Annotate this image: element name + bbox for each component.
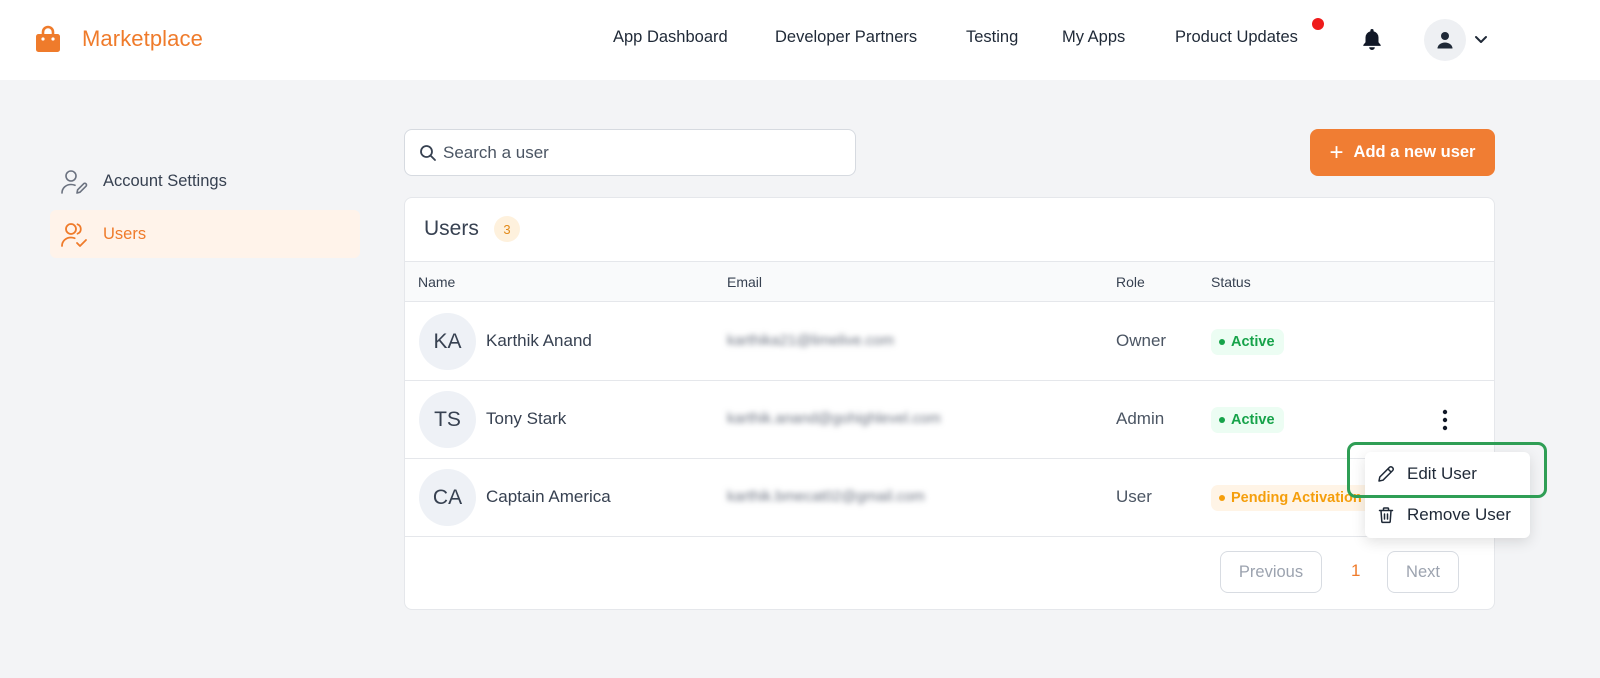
nav-my-apps[interactable]: My Apps [1062, 28, 1125, 47]
edit-user-menu-item[interactable]: Edit User [1365, 455, 1530, 493]
users-card: Users 3 Name Email Role Status KA Karthi… [404, 197, 1495, 610]
bell-icon[interactable] [1361, 27, 1383, 51]
avatar: TS [419, 391, 476, 448]
table-row[interactable]: KA Karthik Anand karthika21@limelive.com… [405, 303, 1494, 381]
search-box [404, 129, 856, 176]
nav-testing[interactable]: Testing [966, 28, 1018, 47]
menu-item-label: Remove User [1407, 505, 1511, 524]
search-input[interactable] [443, 139, 843, 167]
user-name: Captain America [486, 487, 611, 506]
notification-dot [1312, 18, 1324, 30]
plus-icon: + [1329, 138, 1344, 166]
user-email: karthik.anand@gohighlevel.com [727, 410, 941, 427]
nav-developer-partners[interactable]: Developer Partners [775, 28, 917, 47]
user-email: karthika21@limelive.com [727, 332, 894, 349]
top-header: Marketplace App Dashboard Developer Part… [0, 0, 1600, 80]
user-name: Karthik Anand [486, 331, 592, 350]
sidebar-item-account-settings[interactable]: Account Settings [50, 157, 360, 205]
users-card-title: Users [424, 217, 479, 240]
column-header-name: Name [418, 274, 456, 290]
column-header-status: Status [1211, 274, 1251, 290]
add-user-label: Add a new user [1353, 143, 1476, 161]
menu-item-label: Edit User [1407, 464, 1477, 483]
user-name: Tony Stark [486, 409, 567, 428]
chevron-down-icon[interactable] [1473, 31, 1489, 47]
app-name: Marketplace [82, 26, 203, 51]
more-vertical-icon[interactable] [1439, 407, 1451, 433]
status-label: Pending Activation [1231, 490, 1362, 506]
table-row[interactable]: CA Captain America karthik.bmecat02@gmai… [405, 459, 1494, 537]
user-count-badge: 3 [494, 216, 520, 242]
status-dot [1219, 417, 1225, 423]
column-header-role: Role [1116, 274, 1145, 290]
user-role: Owner [1116, 331, 1167, 350]
sidebar-item-users[interactable]: Users [50, 210, 360, 258]
shopping-bag-icon [36, 25, 60, 52]
sidebar-item-label: Account Settings [103, 171, 227, 190]
avatar: KA [419, 313, 476, 370]
user-role: Admin [1116, 409, 1165, 428]
trash-icon [1378, 507, 1394, 524]
nav-product-updates[interactable]: Product Updates [1175, 28, 1298, 47]
status-badge: Active [1211, 329, 1284, 355]
avatar: CA [419, 469, 476, 526]
add-user-button[interactable]: + Add a new user [1310, 129, 1495, 176]
user-avatar[interactable] [1424, 19, 1466, 61]
users-check-icon [61, 223, 87, 247]
user-edit-icon [61, 170, 88, 194]
remove-user-menu-item[interactable]: Remove User [1365, 496, 1530, 534]
user-email: karthik.bmecat02@gmail.com [727, 488, 925, 505]
pencil-icon [1378, 466, 1394, 482]
status-badge: Active [1211, 407, 1284, 433]
app-logo[interactable]: Marketplace [35, 25, 203, 53]
row-actions-menu: Edit User Remove User [1365, 452, 1530, 538]
user-role: User [1116, 487, 1152, 506]
search-icon [420, 145, 436, 161]
status-label: Active [1231, 412, 1275, 428]
sidebar-item-label: Users [103, 224, 147, 243]
table-header: Name Email Role Status [405, 261, 1494, 302]
nav-app-dashboard[interactable]: App Dashboard [613, 28, 728, 47]
status-badge: Pending Activation [1211, 485, 1371, 511]
status-dot [1219, 339, 1225, 345]
status-dot [1219, 495, 1225, 501]
user-icon [1437, 32, 1453, 49]
current-page-number[interactable]: 1 [1351, 561, 1360, 581]
next-page-button[interactable]: Next [1387, 551, 1459, 593]
column-header-email: Email [727, 274, 763, 290]
status-label: Active [1231, 334, 1275, 350]
table-row[interactable]: TS Tony Stark karthik.anand@gohighlevel.… [405, 381, 1494, 459]
previous-page-button[interactable]: Previous [1220, 551, 1322, 593]
